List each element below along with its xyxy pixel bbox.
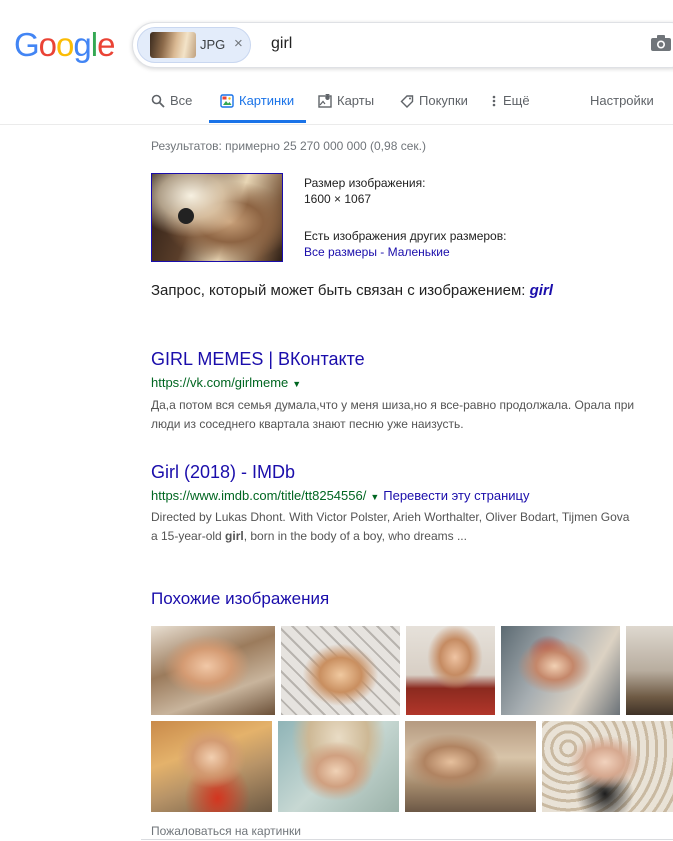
sizes-separator: -: [380, 245, 385, 259]
chip-close-icon[interactable]: ×: [234, 35, 243, 52]
related-query-link[interactable]: girl: [530, 282, 553, 299]
image-query-chip[interactable]: JPG ×: [137, 27, 251, 63]
similar-image[interactable]: [406, 626, 495, 715]
map-icon: [318, 93, 332, 108]
microphone-shape: [178, 208, 194, 224]
similar-image[interactable]: [151, 626, 275, 715]
google-logo[interactable]: Google: [14, 26, 115, 64]
query-image-thumbnail: [150, 32, 196, 58]
image-size-info: Размер изображения: 1600 × 1067: [304, 175, 425, 207]
tag-icon: [400, 94, 414, 108]
search-icon: [151, 94, 165, 108]
result-url-text: https://vk.com/girlmeme: [151, 375, 289, 390]
similar-image[interactable]: [278, 721, 399, 812]
result-title-link[interactable]: Girl (2018) - IMDb: [151, 462, 295, 483]
dropdown-arrow-icon[interactable]: ▼: [292, 379, 301, 389]
tab-all[interactable]: Все: [151, 93, 192, 108]
report-images-link[interactable]: Пожаловаться на картинки: [151, 824, 301, 838]
result-snippet: Да,а потом вся семья думала,что у меня ш…: [151, 398, 635, 431]
other-sizes-label: Есть изображения других размеров:: [304, 229, 507, 243]
translate-link[interactable]: Перевести эту страницу: [383, 488, 529, 503]
similar-image[interactable]: [405, 721, 536, 812]
related-query-label: Запрос, который может быть связан с изоб…: [151, 282, 526, 299]
search-tabs: Все Картинки Карты Покупки Ещё Настройки: [0, 86, 673, 125]
similar-image[interactable]: [281, 626, 400, 715]
chip-label: JPG: [200, 37, 226, 52]
similar-image[interactable]: [151, 721, 272, 812]
result-url: https://www.imdb.com/title/tt8254556/▼ Пе…: [151, 488, 529, 503]
result-snippet: Directed by Lukas Dhont. With Victor Pol…: [151, 510, 630, 543]
image-icon: [220, 93, 234, 108]
result-url: https://vk.com/girlmeme ▼: [151, 375, 301, 390]
result-url-text: https://www.imdb.com/title/tt8254556/: [151, 488, 367, 503]
camera-icon[interactable]: [651, 35, 671, 51]
tab-more[interactable]: Ещё: [490, 93, 530, 108]
search-box[interactable]: JPG × girl: [132, 22, 673, 68]
similar-image[interactable]: [542, 721, 673, 812]
image-size-value: 1600 × 1067: [304, 192, 372, 206]
result-stats: Результатов: примерно 25 270 000 000 (0,…: [151, 139, 426, 153]
tab-images[interactable]: Картинки: [220, 93, 294, 108]
divider: [141, 839, 673, 840]
search-input[interactable]: girl: [271, 35, 292, 53]
similar-image[interactable]: [626, 626, 673, 715]
other-sizes-info: Есть изображения других размеров: Все ра…: [304, 228, 506, 260]
tab-maps[interactable]: Карты: [318, 93, 374, 108]
all-sizes-link[interactable]: Все размеры: [304, 245, 377, 259]
small-sizes-link[interactable]: Маленькие: [388, 245, 450, 259]
similar-image[interactable]: [501, 626, 620, 715]
image-size-label: Размер изображения:: [304, 176, 426, 190]
active-tab-indicator: [209, 120, 306, 123]
dropdown-arrow-icon[interactable]: ▼: [370, 492, 379, 502]
tab-shopping[interactable]: Покупки: [400, 93, 468, 108]
similar-images-heading[interactable]: Похожие изображения: [151, 589, 329, 609]
related-query: Запрос, который может быть связан с изоб…: [151, 282, 553, 299]
query-image-preview[interactable]: [151, 173, 283, 262]
result-title-link[interactable]: GIRL MEMES | ВКонтакте: [151, 349, 365, 370]
tab-settings[interactable]: Настройки: [590, 93, 654, 108]
more-vert-icon: [492, 95, 496, 106]
